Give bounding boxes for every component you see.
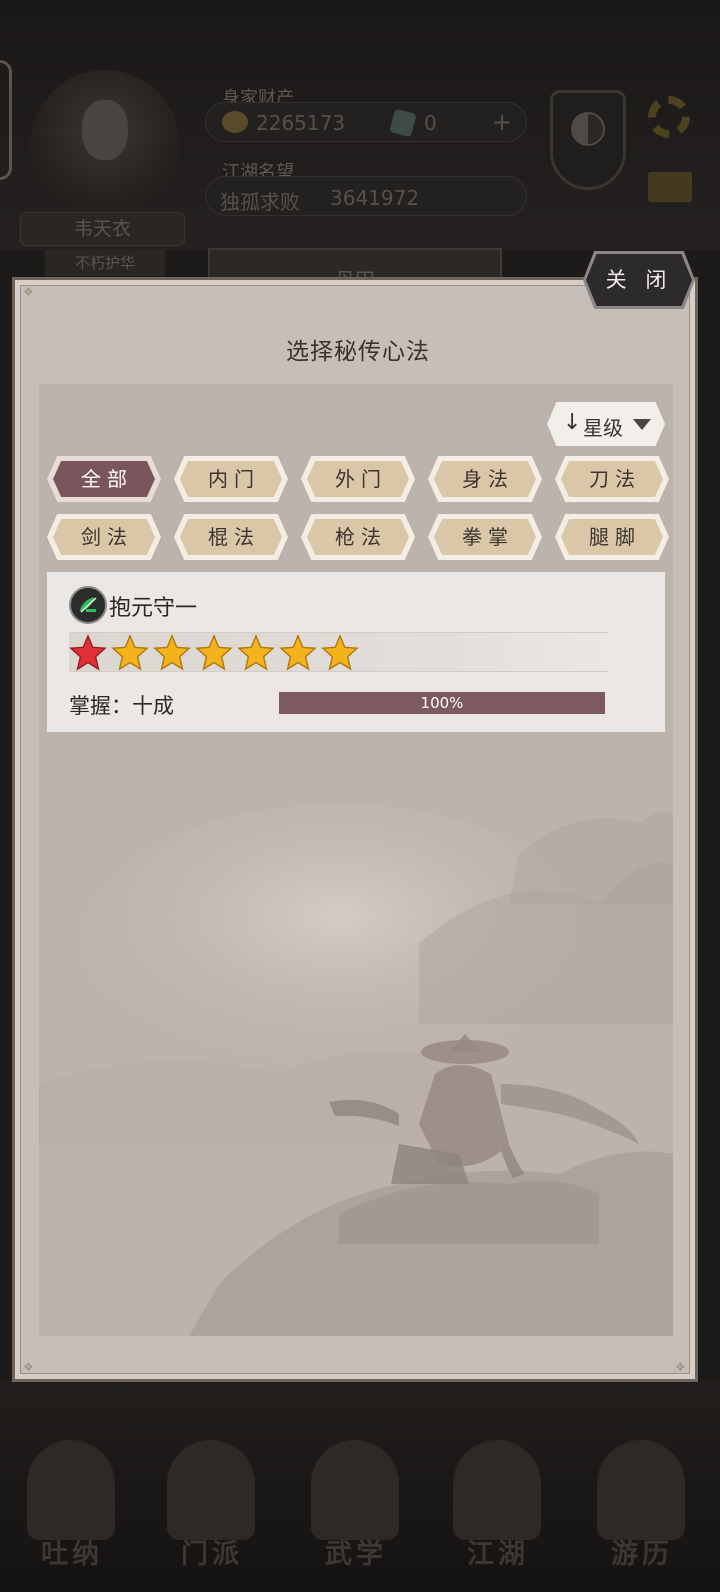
nav-label: 游历 <box>611 1539 673 1570</box>
technique-name: 抱元守一 <box>109 596 198 621</box>
corner-ornament: ❖ <box>23 285 34 299</box>
filter-chip-spear[interactable]: 枪法 <box>301 514 415 560</box>
filter-chip-label: 外门 <box>335 467 387 491</box>
sect-icon <box>167 1440 255 1540</box>
mastery-percent: 100% <box>420 694 464 712</box>
corner-ornament: ❖ <box>23 1360 34 1374</box>
filter-chip-label: 拳掌 <box>462 525 514 549</box>
nav-label: 门派 <box>181 1539 243 1570</box>
gold-star-icon <box>111 634 149 671</box>
player-name: 韦天衣 <box>20 212 185 246</box>
sort-by-star-button[interactable]: ↓ 星级 <box>547 402 665 446</box>
yin-yang-icon <box>571 112 605 146</box>
gold-star-icon <box>279 634 317 671</box>
filter-chip-inner-sect[interactable]: 内门 <box>174 456 288 502</box>
filter-chip-label: 身法 <box>462 467 514 491</box>
corner-ornament: ❖ <box>675 1360 686 1374</box>
meditation-icon <box>27 1440 115 1540</box>
nav-label: 武学 <box>325 1539 387 1570</box>
side-panel-edge <box>0 60 12 180</box>
filter-chip-fist[interactable]: 拳掌 <box>428 514 542 560</box>
assets-pill <box>205 102 527 142</box>
nav-item-martial-arts: 武学 <box>306 1440 406 1590</box>
add-currency-button: + <box>492 108 513 136</box>
nav-item-jianghu: 江湖 <box>448 1440 548 1590</box>
settings-gear-icon <box>648 96 690 138</box>
mastery-label: 掌握：十成 <box>69 694 174 718</box>
nav-item-travel: 游历 <box>592 1440 692 1590</box>
filter-chip-kick[interactable]: 腿脚 <box>555 514 669 560</box>
filter-chip-blade[interactable]: 刀法 <box>555 456 669 502</box>
dialog-title: 选择秘传心法 <box>286 339 430 365</box>
filter-chip-all[interactable]: 全部 <box>47 456 161 502</box>
filter-chip-label: 刀法 <box>589 467 641 491</box>
technique-list-panel: ↓ 星级 全部 内门 外门 身法 刀法 剑法 棍法 枪法 拳掌 腿脚 抱元守一 … <box>39 384 673 1336</box>
dropdown-caret-icon <box>633 419 651 430</box>
sort-descending-icon: ↓ <box>563 410 582 435</box>
mastery-progress-bar: 100% <box>279 692 605 714</box>
travel-icon <box>597 1440 685 1540</box>
gold-star-icon <box>195 634 233 671</box>
red-star-icon <box>69 634 107 671</box>
filter-chip-sword[interactable]: 剑法 <box>47 514 161 560</box>
gold-star-icon <box>237 634 275 671</box>
gem-amount: 0 <box>424 111 437 135</box>
filter-chip-movement[interactable]: 身法 <box>428 456 542 502</box>
reputation-value: 3641972 <box>330 186 420 210</box>
player-rank: 不朽护华 <box>45 250 165 276</box>
nav-label: 江湖 <box>467 1539 529 1570</box>
filter-chip-label: 枪法 <box>335 525 387 549</box>
filter-chip-label: 剑法 <box>81 525 133 549</box>
filter-chip-label: 棍法 <box>208 525 260 549</box>
reputation-title: 独孤求败 <box>220 190 300 214</box>
nav-item-tuna: 吐纳 <box>22 1440 122 1590</box>
mail-icon <box>648 172 692 202</box>
gold-star-icon <box>321 634 359 671</box>
sort-label: 星级 <box>583 416 623 440</box>
nav-label: 吐纳 <box>41 1539 103 1570</box>
gold-amount: 2265173 <box>256 111 346 135</box>
filter-chip-outer-sect[interactable]: 外门 <box>301 456 415 502</box>
leaf-skill-icon <box>69 586 107 624</box>
gold-star-icon <box>153 634 191 671</box>
martial-arts-icon <box>311 1440 399 1540</box>
select-technique-dialog: ❖ ❖ ❖ ❖ 选择秘传心法 <box>12 277 698 1382</box>
filter-chip-label: 腿脚 <box>589 525 641 549</box>
star-rating <box>69 632 609 672</box>
filter-chip-staff[interactable]: 棍法 <box>174 514 288 560</box>
technique-card[interactable]: 抱元守一 掌握：十成 100% <box>47 572 665 732</box>
filter-chip-label: 内门 <box>208 467 260 491</box>
nav-item-sect: 门派 <box>162 1440 262 1590</box>
player-avatar <box>30 70 180 220</box>
close-button[interactable]: 关 闭 <box>586 254 692 306</box>
jianghu-icon <box>453 1440 541 1540</box>
gold-coin-icon <box>222 111 248 133</box>
filter-chip-label: 全部 <box>81 467 133 491</box>
